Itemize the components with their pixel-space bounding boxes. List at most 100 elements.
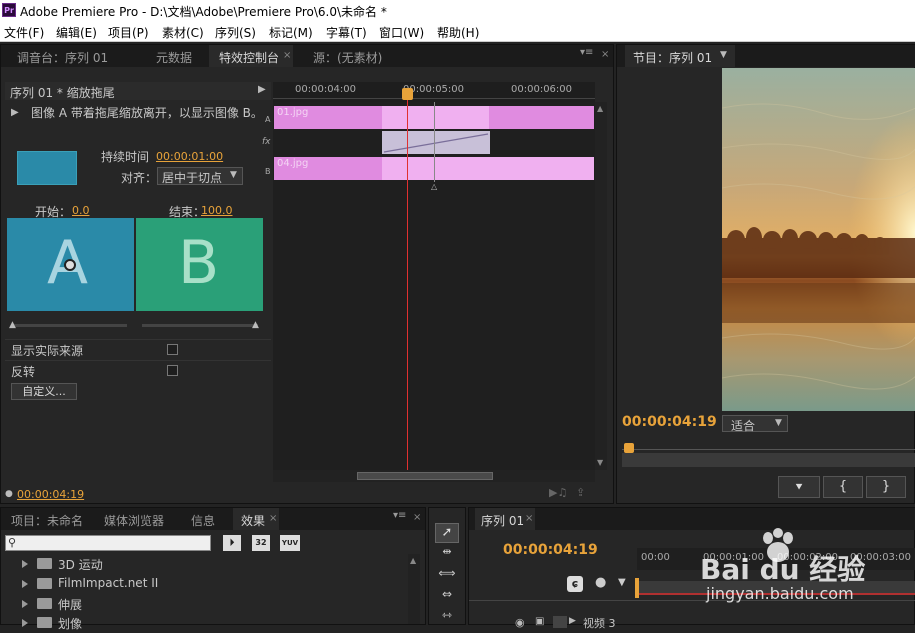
effects-tree-item[interactable]: 伸展 bbox=[1, 594, 421, 614]
center-point-handle[interactable] bbox=[64, 259, 76, 271]
effects-tree-item[interactable]: 划像 bbox=[1, 613, 421, 633]
chevron-down-icon[interactable]: ▼ bbox=[720, 50, 727, 60]
close-icon[interactable]: × bbox=[525, 513, 533, 524]
playhead-handle[interactable] bbox=[402, 88, 413, 100]
add-marker-button[interactable]: ⯆ bbox=[778, 476, 820, 498]
export-icon[interactable]: ⇪ bbox=[576, 486, 585, 499]
tab-project[interactable]: 项目：未命名 bbox=[11, 512, 83, 529]
ripple-edit-tool-icon[interactable]: ⟺ bbox=[435, 566, 459, 584]
preview-b[interactable]: B bbox=[136, 218, 263, 311]
preview-a[interactable]: A bbox=[7, 218, 134, 311]
snap-icon[interactable]: ɕ bbox=[567, 576, 583, 592]
rate-stretch-tool-icon[interactable]: ⇿ bbox=[435, 608, 459, 626]
custom-button[interactable]: 自定义... bbox=[11, 383, 77, 400]
transition-ramp-icon bbox=[383, 133, 489, 153]
start-slider[interactable] bbox=[11, 324, 127, 327]
program-scrubber[interactable] bbox=[622, 453, 915, 467]
premiere-app-icon: Pr bbox=[2, 3, 16, 17]
reverse-checkbox[interactable] bbox=[167, 365, 178, 376]
effect-header: 序列 01 * 缩放拖尾 ▶ bbox=[5, 82, 271, 100]
expand-triangle-icon[interactable]: ▶ bbox=[11, 107, 19, 118]
effect-ruler[interactable]: 00:00:04:00 00:00:05:00 00:00:06:00 bbox=[273, 82, 595, 102]
end-value[interactable]: 100.0 bbox=[201, 204, 233, 217]
add-marker-icon[interactable]: ● bbox=[595, 575, 606, 590]
effects-tree-label: 划像 bbox=[58, 617, 83, 631]
start-value[interactable]: 0.0 bbox=[72, 204, 90, 217]
fit-dropdown[interactable]: 适合 ▼ bbox=[722, 415, 788, 433]
eye-icon[interactable]: ◉ bbox=[515, 616, 525, 629]
menu-sequence[interactable]: 序列(S) bbox=[215, 24, 256, 41]
search-icon: ⚲ bbox=[8, 536, 17, 549]
horizontal-scrollbar[interactable] bbox=[273, 470, 595, 482]
close-icon[interactable]: × bbox=[413, 512, 421, 523]
rolling-edit-tool-icon[interactable]: ⇔ bbox=[435, 587, 459, 605]
effects-tree-item[interactable]: 3D 运动 bbox=[1, 554, 421, 574]
track-target-icon[interactable] bbox=[553, 616, 567, 628]
program-playhead-handle[interactable] bbox=[624, 443, 634, 453]
effects-tree-label: FilmImpact.net II bbox=[58, 576, 159, 590]
menu-help[interactable]: 帮助(H) bbox=[437, 24, 479, 41]
lock-icon[interactable]: ▣ bbox=[535, 616, 544, 627]
scroll-down-icon[interactable]: ▼ bbox=[597, 458, 603, 467]
program-monitor-panel: 节目：序列 01 ▼ 00:00:04:19 适合 ▼ ⯆ {} bbox=[616, 44, 915, 504]
effects-scrollbar[interactable]: ▲ bbox=[408, 554, 420, 624]
mark-out-button[interactable]: } bbox=[866, 476, 906, 498]
selection-tool-icon[interactable]: ➚ bbox=[435, 523, 459, 543]
tab-effects[interactable]: 效果 bbox=[241, 512, 265, 529]
marker-icon[interactable]: ▼ bbox=[618, 577, 626, 588]
panel-menu-icon[interactable]: ▾≡ bbox=[580, 47, 593, 58]
menu-window[interactable]: 窗口(W) bbox=[379, 24, 424, 41]
end-slider-handle[interactable]: ▲ bbox=[252, 320, 259, 330]
play-audio-icon[interactable]: ▶♫ bbox=[549, 486, 567, 499]
effect-current-time[interactable]: 00:00:04:19 bbox=[17, 488, 84, 501]
panel-menu-icon[interactable]: ▾≡ bbox=[393, 510, 406, 521]
effect-controls-panel: 调音台：序列 01 元数据 特效控制台 × 源：(无素材) ▾≡ × 序列 01… bbox=[0, 44, 614, 504]
menu-file[interactable]: 文件(F) bbox=[4, 24, 44, 41]
track-select-tool-icon[interactable]: ⇹ bbox=[435, 545, 459, 563]
menu-project[interactable]: 项目(P) bbox=[108, 24, 149, 41]
menu-edit[interactable]: 编辑(E) bbox=[56, 24, 97, 41]
tab-source[interactable]: 源：(无素材) bbox=[313, 49, 382, 66]
menu-marker[interactable]: 标记(M) bbox=[269, 24, 313, 41]
effects-search-input[interactable]: ⚲ bbox=[5, 535, 211, 551]
start-slider-handle[interactable]: ▲ bbox=[9, 320, 16, 330]
show-actual-sources-checkbox[interactable] bbox=[167, 344, 178, 355]
close-icon[interactable]: × bbox=[283, 50, 291, 61]
timeline-timecode[interactable]: 00:00:04:19 bbox=[503, 542, 598, 558]
program-timecode[interactable]: 00:00:04:19 bbox=[622, 414, 717, 430]
yuv-effects-icon[interactable]: YUV bbox=[280, 535, 300, 551]
tab-effect-controls[interactable]: 特效控制台 bbox=[219, 49, 279, 66]
close-icon[interactable]: × bbox=[269, 513, 277, 524]
align-dropdown[interactable]: 居中于切点 ▼ bbox=[157, 167, 243, 185]
expand-triangle-icon[interactable] bbox=[22, 580, 28, 588]
expand-triangle-icon[interactable] bbox=[22, 600, 28, 608]
expand-triangle-icon[interactable] bbox=[22, 619, 28, 627]
close-icon[interactable]: × bbox=[601, 49, 609, 60]
tab-program[interactable]: 节目：序列 01 bbox=[633, 49, 712, 66]
folder-icon bbox=[37, 617, 52, 628]
timeline-playhead-handle[interactable] bbox=[635, 578, 639, 598]
clip-a-overlap bbox=[382, 106, 489, 129]
align-label: 对齐： bbox=[121, 171, 158, 185]
expand-triangle-icon[interactable] bbox=[22, 560, 28, 568]
transition-clip[interactable] bbox=[382, 131, 490, 154]
end-slider[interactable] bbox=[142, 324, 258, 327]
scroll-up-icon[interactable]: ▲ bbox=[597, 104, 603, 113]
duration-value[interactable]: 00:00:01:00 bbox=[156, 150, 223, 163]
menu-title[interactable]: 字幕(T) bbox=[326, 24, 367, 41]
scroll-up-icon[interactable]: ▲ bbox=[410, 556, 416, 565]
32-bit-effects-icon[interactable]: 32 bbox=[252, 535, 270, 551]
menu-clip[interactable]: 素材(C) bbox=[162, 24, 204, 41]
play-transition-icon[interactable]: ▶ bbox=[258, 84, 266, 95]
accelerated-effects-icon[interactable]: ⏵ bbox=[223, 535, 241, 551]
folder-icon bbox=[37, 558, 52, 569]
tab-info[interactable]: 信息 bbox=[191, 512, 215, 529]
horizontal-scroll-thumb[interactable] bbox=[357, 472, 493, 480]
mark-in-button[interactable]: { bbox=[823, 476, 863, 498]
tab-metadata[interactable]: 元数据 bbox=[156, 49, 192, 66]
tab-sequence[interactable]: 序列 01 bbox=[481, 512, 524, 529]
tab-audio-mixer[interactable]: 调音台：序列 01 bbox=[17, 49, 108, 66]
vertical-scrollbar[interactable]: ▲ ▼ bbox=[595, 102, 607, 470]
tab-media-browser[interactable]: 媒体浏览器 bbox=[104, 512, 164, 529]
effects-tree-item[interactable]: FilmImpact.net II bbox=[1, 574, 421, 594]
